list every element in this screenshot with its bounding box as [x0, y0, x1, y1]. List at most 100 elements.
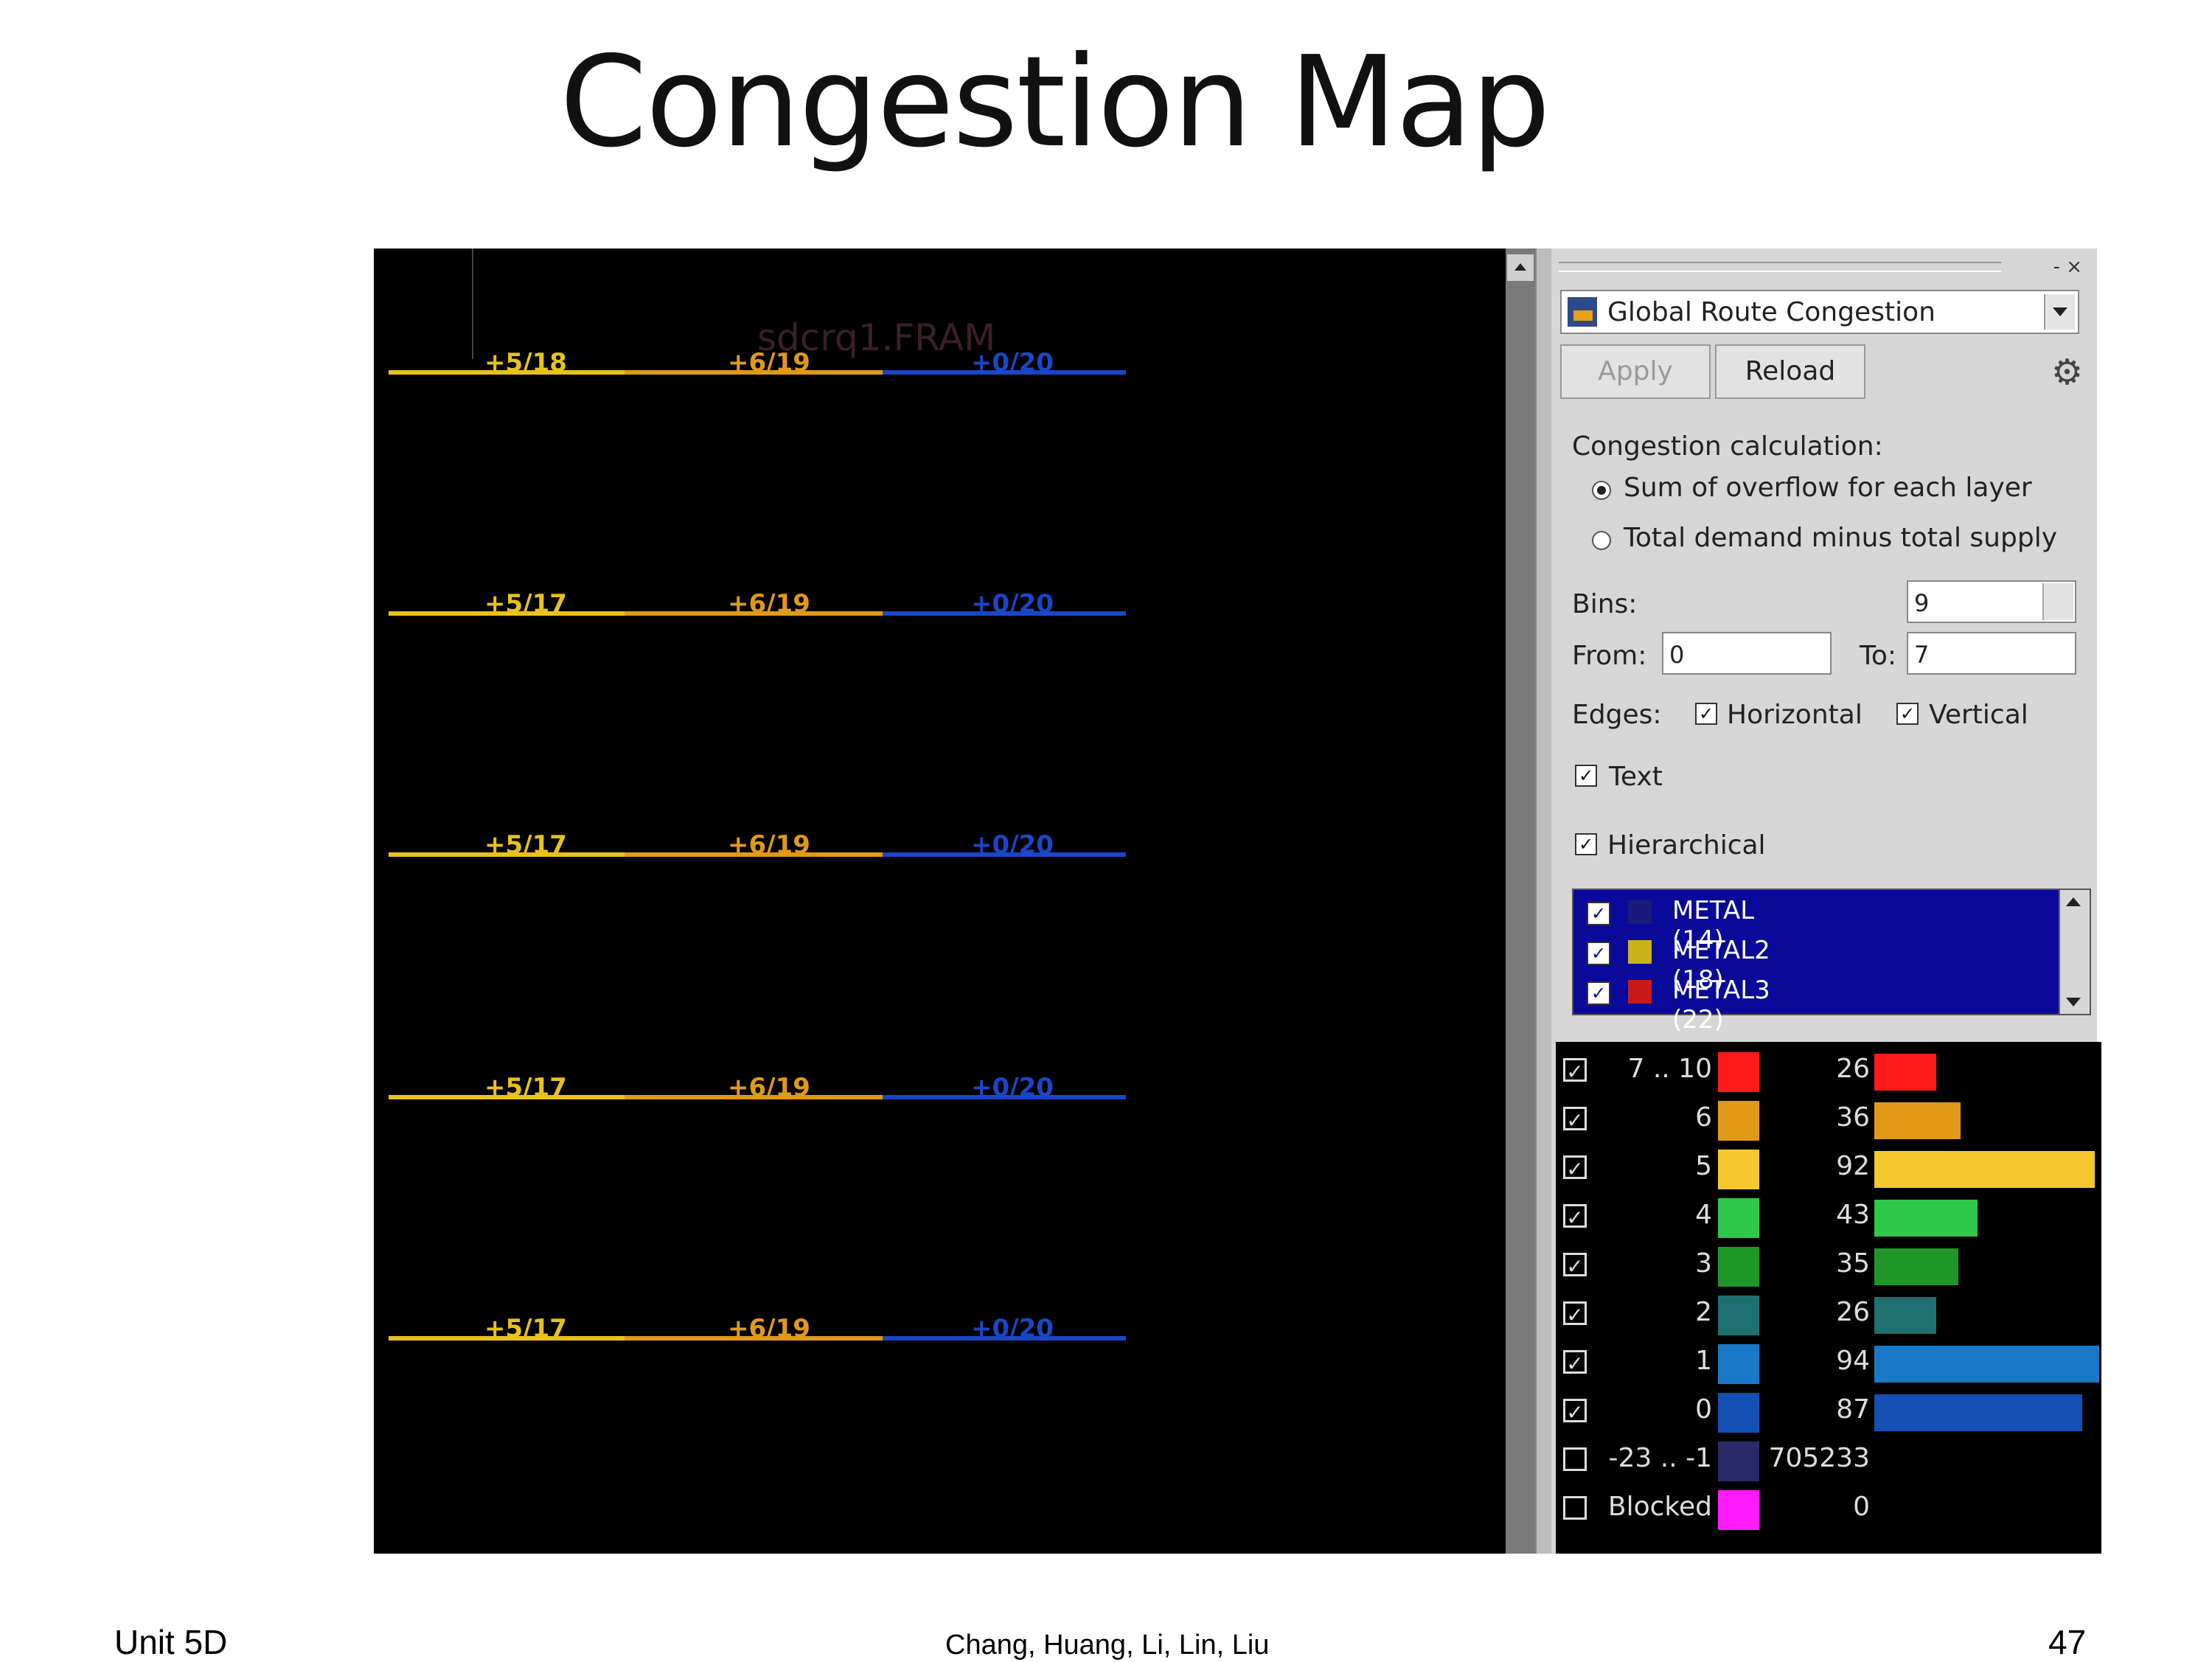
legend-bin-count: 43 — [1836, 1200, 1870, 1230]
to-label: To: — [1860, 641, 1897, 671]
to-input[interactable]: 7 — [1907, 632, 2076, 675]
legend-bin-count: 35 — [1836, 1248, 1870, 1279]
legend-row: ✓ 4 43 — [1556, 1194, 2101, 1242]
overflow-label: +6/19 — [728, 1073, 810, 1102]
legend-bin-checkbox[interactable]: ✓ — [1563, 1350, 1587, 1376]
map-type-value: Global Route Congestion — [1607, 297, 1935, 327]
layer-list-scrollbar[interactable] — [2059, 890, 2090, 1014]
canvas-vertical-scrollbar[interactable] — [1506, 248, 1535, 1554]
layer-color-swatch — [1628, 980, 1652, 1004]
hierarchical-checkbox[interactable]: ✓ — [1575, 833, 1597, 855]
legend-row: ✓ 7 .. 10 26 — [1556, 1048, 2101, 1096]
congestion-legend: ✓ 7 .. 10 26 ✓ 6 36 ✓ 5 92 ✓ 4 43 ✓ 3 35 ✓ 2 26 ✓ 1 94 ✓ 0 87 -2… — [1556, 1042, 2101, 1554]
overflow-label: +0/20 — [971, 1314, 1054, 1343]
overflow-label: +5/17 — [484, 589, 567, 619]
legend-bin-checkbox[interactable]: ✓ — [1563, 1107, 1587, 1133]
pane-splitter[interactable] — [1535, 248, 1551, 1554]
scroll-up-icon[interactable] — [2066, 897, 2081, 906]
congestion-map-icon — [1568, 297, 1597, 327]
text-checkbox[interactable]: ✓ — [1575, 765, 1597, 787]
layout-canvas[interactable]: sdcrq1.FRAM +5/18 +6/19 +0/20 +5/17 +6/19 +0/… — [374, 248, 1506, 1554]
congestion-map-screenshot: sdcrq1.FRAM +5/18 +6/19 +0/20 +5/17 +6/19 +0/… — [374, 248, 2101, 1554]
gear-icon[interactable]: ⚙ — [2051, 352, 2083, 393]
legend-row: Blocked 0 — [1556, 1486, 2101, 1534]
footer-unit: Unit 5D — [114, 1623, 228, 1661]
from-label: From: — [1572, 641, 1647, 671]
legend-bin-checkbox[interactable]: ✓ — [1563, 1155, 1587, 1181]
scroll-up-arrow-icon[interactable] — [1507, 254, 1534, 281]
cell-boundary-line — [472, 248, 473, 359]
legend-row: ✓ 1 94 — [1556, 1340, 2101, 1388]
window-buttons[interactable]: - × — [2053, 256, 2082, 278]
overflow-label: +6/19 — [728, 348, 810, 378]
scroll-down-icon[interactable] — [2066, 998, 2081, 1006]
legend-histogram-bar — [1874, 1102, 1961, 1139]
legend-row: ✓ 2 26 — [1556, 1291, 2101, 1340]
slide-title: Congestion Map — [560, 29, 1551, 175]
legend-color-swatch — [1718, 1150, 1759, 1189]
legend-bin-count: 705233 — [1768, 1443, 1870, 1473]
page-number: 47 — [2048, 1623, 2087, 1661]
overflow-label: +0/20 — [971, 348, 1054, 378]
legend-bin-checkbox[interactable]: ✓ — [1563, 1204, 1587, 1230]
legend-bin-count: 94 — [1836, 1346, 1870, 1376]
from-input[interactable]: 0 — [1662, 632, 1832, 675]
legend-color-swatch — [1718, 1393, 1759, 1433]
stepper-arrows-icon[interactable] — [2042, 583, 2073, 620]
legend-bin-count: 36 — [1836, 1102, 1870, 1133]
legend-bin-count: 0 — [1853, 1492, 1870, 1522]
layer-list[interactable]: ✓ METAL (14) ✓ METAL2 (18) ✓ METAL3 (22) — [1572, 889, 2091, 1035]
congestion-settings-panel: - × Global Route Congestion Apply Reload… — [1551, 248, 2101, 1554]
legend-bin-range: 1 — [1695, 1346, 1712, 1376]
layer-color-swatch — [1628, 900, 1652, 924]
legend-row: ✓ 5 92 — [1556, 1145, 2101, 1194]
legend-bin-count: 92 — [1836, 1151, 1870, 1181]
vertical-checkbox[interactable]: ✓ — [1896, 703, 1919, 725]
overflow-label: +0/20 — [971, 589, 1054, 619]
panel-title-bar[interactable] — [1559, 262, 2001, 272]
bins-stepper[interactable]: 9 — [1907, 580, 2076, 623]
legend-bin-checkbox[interactable]: ✓ — [1563, 1253, 1587, 1279]
overflow-label: +5/17 — [484, 1073, 567, 1102]
vertical-label: Vertical — [1929, 700, 2028, 730]
radio-sum-overflow[interactable] — [1592, 481, 1611, 500]
legend-bin-checkbox[interactable]: ✓ — [1563, 1058, 1587, 1084]
legend-bin-checkbox[interactable]: ✓ — [1563, 1399, 1587, 1425]
legend-bin-checkbox[interactable] — [1563, 1496, 1587, 1520]
overflow-label: +0/20 — [971, 1073, 1054, 1102]
radio-demand-minus-supply[interactable] — [1592, 531, 1611, 550]
legend-bin-checkbox[interactable]: ✓ — [1563, 1301, 1587, 1327]
chevron-down-icon[interactable] — [2044, 294, 2075, 330]
layer-checkbox[interactable]: ✓ — [1587, 942, 1610, 965]
apply-button[interactable]: Apply — [1560, 344, 1711, 399]
legend-bin-range: 7 .. 10 — [1627, 1054, 1713, 1084]
legend-histogram-bar — [1874, 1346, 2099, 1383]
overflow-label: +5/17 — [484, 830, 567, 860]
route-track: +5/17 +6/19 +0/20 — [389, 1073, 1495, 1102]
layer-checkbox[interactable]: ✓ — [1587, 981, 1610, 1005]
legend-bin-checkbox[interactable] — [1563, 1447, 1587, 1471]
legend-bin-count: 26 — [1836, 1297, 1870, 1327]
legend-row: ✓ 0 87 — [1556, 1388, 2101, 1437]
legend-histogram-bar — [1874, 1248, 1958, 1285]
legend-bin-count: 26 — [1836, 1054, 1870, 1084]
legend-row: ✓ 3 35 — [1556, 1242, 2101, 1291]
map-type-select[interactable]: Global Route Congestion — [1560, 290, 2079, 334]
footer-authors: Chang, Huang, Li, Lin, Liu — [945, 1630, 1270, 1661]
legend-bin-range: 4 — [1695, 1200, 1712, 1230]
legend-color-swatch — [1718, 1247, 1759, 1287]
legend-color-swatch — [1718, 1296, 1759, 1335]
layer-checkbox[interactable]: ✓ — [1587, 902, 1610, 925]
route-track: +5/17 +6/19 +0/20 — [389, 830, 1495, 860]
overflow-label: +6/19 — [728, 830, 810, 860]
legend-row: -23 .. -1 705233 — [1556, 1437, 2101, 1486]
legend-bin-range: 2 — [1695, 1297, 1712, 1327]
legend-bin-range: 5 — [1695, 1151, 1712, 1181]
legend-color-swatch — [1718, 1344, 1759, 1384]
layer-color-swatch — [1628, 940, 1652, 964]
route-track: +5/18 +6/19 +0/20 — [389, 348, 1495, 378]
horizontal-checkbox[interactable]: ✓ — [1695, 703, 1717, 725]
legend-bin-range: 3 — [1695, 1248, 1712, 1279]
reload-button[interactable]: Reload — [1715, 344, 1865, 399]
legend-color-swatch — [1718, 1101, 1759, 1141]
